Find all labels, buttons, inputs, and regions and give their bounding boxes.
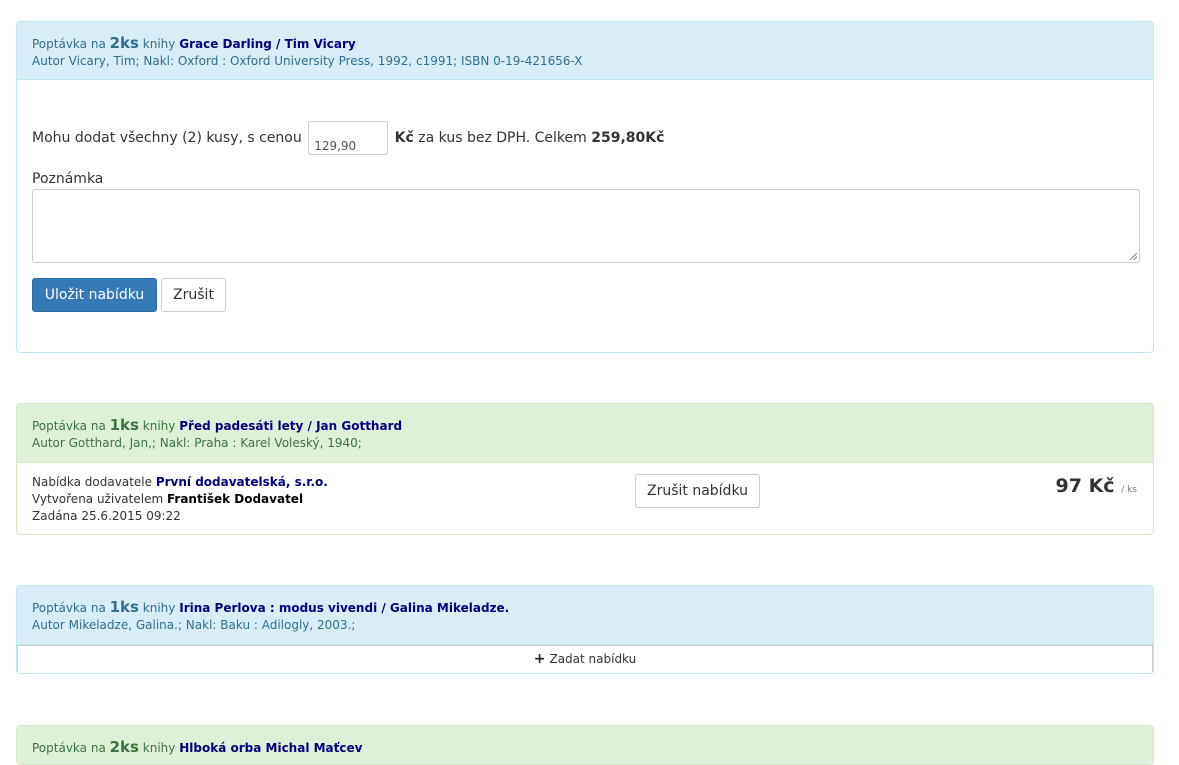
request-prefix: Poptávka na	[32, 419, 106, 433]
plus-icon: +	[533, 651, 546, 667]
request-header: Poptávka na 1ks knihy Irina Perlova : mo…	[17, 586, 1153, 645]
book-title[interactable]: Před padesáti lety / Jan Gotthard	[179, 419, 402, 433]
created-label: Vytvořena uživatelem	[32, 492, 164, 506]
price-input[interactable]: 129,90	[308, 121, 389, 155]
request-quantity: 1ks	[109, 416, 139, 434]
offer-entered-line: Zadána 25.6.2015 09:22	[32, 508, 328, 525]
request-header: Poptávka na 1ks knihy Před padesáti lety…	[17, 404, 1153, 463]
book-meta: Autor Mikeladze, Galina.; Nakl: Baku : A…	[32, 617, 1138, 634]
books-word: knihy	[142, 419, 176, 433]
publisher-prefix: ; Nakl:	[135, 54, 175, 68]
supplier-label: Nabídka dodavatele	[32, 475, 152, 489]
book-publisher: Praha : Karel Voleský, 1940;	[194, 436, 362, 450]
resize-grip-icon[interactable]	[1130, 253, 1137, 260]
author-prefix: Autor	[32, 618, 65, 632]
request-line: Poptávka na 1ks knihy Před padesáti lety…	[32, 417, 1138, 435]
created-by: František Dodavatel	[166, 492, 304, 506]
offer-text-after: za kus bez DPH. Celkem	[418, 130, 587, 146]
request-prefix: Poptávka na	[32, 601, 106, 615]
book-author: Gotthard, Jan,	[68, 436, 152, 450]
author-prefix: Autor	[32, 436, 65, 450]
request-quantity: 2ks	[109, 738, 139, 756]
price-unit: / ks	[1121, 485, 1137, 495]
books-word: knihy	[142, 601, 176, 615]
book-author: Mikeladze, Galina.	[68, 618, 178, 632]
book-publisher: Oxford : Oxford University Press, 1992, …	[177, 54, 583, 68]
book-title[interactable]: Irina Perlova : modus vivendi / Galina M…	[179, 601, 509, 615]
entered-at: 25.6.2015 09:22	[81, 509, 181, 523]
book-publisher: Baku : Adilogly, 2003.;	[220, 618, 356, 632]
book-title[interactable]: Hlboká orba Michal Maťcev	[179, 741, 362, 755]
request-line: Poptávka na 1ks knihy Irina Perlova : mo…	[32, 599, 1138, 617]
books-word: knihy	[142, 741, 176, 755]
request-line: Poptávka na 2ks knihy Grace Darling / Ti…	[32, 35, 1138, 53]
cancel-offer-button[interactable]: Zrušit nabídku	[635, 474, 760, 508]
request-quantity: 1ks	[109, 598, 139, 616]
note-textarea[interactable]	[32, 189, 1140, 263]
add-offer-label: Zadat nabídku	[549, 652, 637, 666]
book-title[interactable]: Grace Darling / Tim Vicary	[179, 37, 356, 51]
offer-created-line: Vytvořena uživatelem František Dodavatel	[32, 491, 328, 508]
publisher-prefix: ; Nakl:	[177, 618, 217, 632]
offer-price-value: 97 Kč	[1055, 475, 1115, 497]
request-header: Poptávka na 2ks knihy Hlboká orba Michal…	[17, 726, 1153, 764]
request-quantity: 2ks	[109, 34, 139, 52]
author-prefix: Autor	[32, 54, 65, 68]
books-word: knihy	[142, 37, 176, 51]
request-line: Poptávka na 2ks knihy Hlboká orba Michal…	[32, 739, 1138, 757]
publisher-prefix: ; Nakl:	[151, 436, 191, 450]
offer-text: Mohu dodat všechny (2) kusy, s cenou	[32, 130, 302, 146]
book-author: Vicary, Tim	[68, 54, 136, 68]
supplier-name[interactable]: První dodavatelská, s.r.o.	[156, 475, 328, 489]
request-panel-pred-padesati-lety: Poptávka na 1ks knihy Před padesáti lety…	[16, 403, 1154, 535]
note-label: Poznámka	[32, 171, 104, 187]
request-panel-irina-perlova: Poptávka na 1ks knihy Irina Perlova : mo…	[16, 585, 1154, 674]
request-prefix: Poptávka na	[32, 741, 106, 755]
offer-line: Mohu dodat všechny (2) kusy, s cenou 129…	[32, 121, 664, 155]
request-panel-hlboka-orba: Poptávka na 2ks knihy Hlboká orba Michal…	[16, 725, 1154, 765]
request-prefix: Poptávka na	[32, 37, 106, 51]
request-panel-grace-darling: Poptávka na 2ks knihy Grace Darling / Ti…	[16, 21, 1154, 353]
save-offer-button[interactable]: Uložit nabídku	[32, 278, 157, 312]
book-meta: Autor Vicary, Tim; Nakl: Oxford : Oxford…	[32, 53, 1138, 70]
offer-price: 97 Kč / ks	[1056, 475, 1137, 497]
request-header: Poptávka na 2ks knihy Grace Darling / Ti…	[17, 22, 1153, 80]
currency-label: Kč	[394, 130, 414, 146]
offer-supplier-line: Nabídka dodavatele První dodavatelská, s…	[32, 474, 328, 491]
entered-label: Zadána	[32, 509, 78, 523]
cancel-button[interactable]: Zrušit	[161, 278, 226, 312]
add-offer-button[interactable]: + Zadat nabídku	[17, 645, 1153, 673]
offer-total: 259,80Kč	[591, 130, 665, 146]
book-meta: Autor Gotthard, Jan,; Nakl: Praha : Kare…	[32, 435, 1138, 452]
offer-info: Nabídka dodavatele První dodavatelská, s…	[32, 474, 328, 525]
